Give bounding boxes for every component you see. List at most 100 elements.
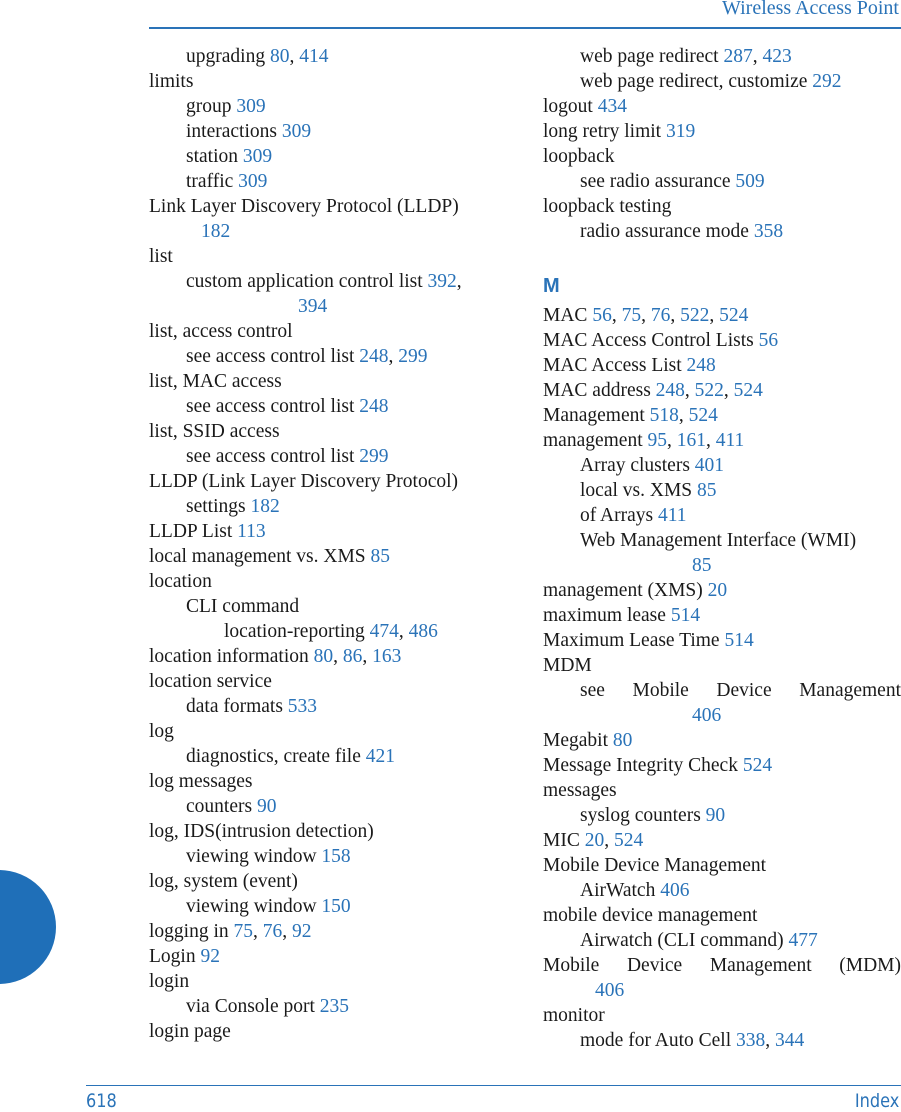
page-link[interactable]: 477 [788, 930, 817, 951]
entry-term: list, access control [149, 321, 293, 342]
index-entry: local management vs. XMS 85 [149, 544, 509, 569]
page-link[interactable]: 92 [292, 921, 312, 942]
index-subentry: radio assurance mode 358 [543, 219, 901, 244]
page-link[interactable]: 80 [314, 646, 334, 667]
page-link[interactable]: 248 [656, 380, 685, 401]
entry-term: Array clusters [580, 455, 690, 476]
page-link[interactable]: 411 [716, 430, 745, 451]
page-link[interactable]: 421 [366, 746, 395, 767]
page-link[interactable]: 522 [695, 380, 724, 401]
index-entry: MAC 56, 75, 76, 522, 524 [543, 303, 901, 328]
page-link[interactable]: 394 [298, 296, 327, 317]
entry-term: Web Management Interface (WMI) [580, 530, 857, 551]
index-column-right: web page redirect 287, 423 web page redir… [543, 44, 901, 1053]
page-link[interactable]: 90 [257, 796, 277, 817]
page-separator: , [709, 305, 720, 326]
page-link[interactable]: 182 [250, 496, 279, 517]
page-link[interactable]: 85 [371, 546, 391, 567]
page-link[interactable]: 406 [692, 705, 721, 726]
entry-term: viewing window [186, 846, 317, 867]
page-link[interactable]: 161 [677, 430, 706, 451]
page-link[interactable]: 86 [343, 646, 363, 667]
page-link[interactable]: 163 [372, 646, 401, 667]
page-link[interactable]: 338 [736, 1030, 765, 1051]
page-link[interactable]: 392 [428, 271, 457, 292]
page-link[interactable]: 248 [359, 346, 388, 367]
page-link[interactable]: 287 [723, 46, 752, 67]
index-entry: list, SSID access [149, 419, 509, 444]
index-entry: logging in 75, 76, 92 [149, 919, 509, 944]
page-link[interactable]: 524 [734, 380, 763, 401]
page-link[interactable]: 522 [680, 305, 709, 326]
page-link[interactable]: 80 [613, 730, 633, 751]
page-link[interactable]: 292 [812, 71, 841, 92]
page-link[interactable]: 401 [695, 455, 724, 476]
index-entry: management (XMS) 20 [543, 578, 901, 603]
page-link[interactable]: 423 [762, 46, 791, 67]
page-link[interactable]: 319 [666, 121, 695, 142]
page-link[interactable]: 406 [595, 980, 624, 1001]
entry-term: LLDP (Link Layer Discovery Protocol) [149, 471, 459, 492]
page-link[interactable]: 299 [398, 346, 427, 367]
entry-term: MAC Access Control Lists [543, 330, 754, 351]
page-link[interactable]: 518 [650, 405, 679, 426]
page-link[interactable]: 486 [409, 621, 438, 642]
page-link[interactable]: 20 [585, 830, 605, 851]
index-subentry: viewing window 158 [149, 844, 509, 869]
page-link[interactable]: 524 [719, 305, 748, 326]
page-link[interactable]: 75 [234, 921, 254, 942]
page-link[interactable]: 309 [282, 121, 311, 142]
page-link[interactable]: 56 [592, 305, 612, 326]
page-link[interactable]: 358 [754, 221, 783, 242]
page-link[interactable]: 524 [743, 755, 772, 776]
index-entry: MDM [543, 653, 901, 678]
page-link[interactable]: 92 [200, 946, 220, 967]
page-link[interactable]: 95 [648, 430, 668, 451]
page-link[interactable]: 414 [299, 46, 328, 67]
page-link[interactable]: 248 [359, 396, 388, 417]
page-link[interactable]: 524 [689, 405, 718, 426]
page-link[interactable]: 524 [614, 830, 643, 851]
page-link[interactable]: 533 [288, 696, 317, 717]
page-link[interactable]: 514 [724, 630, 753, 651]
page-link[interactable]: 20 [708, 580, 728, 601]
page-link[interactable]: 434 [598, 96, 627, 117]
entry-term: diagnostics, create file [186, 746, 361, 767]
page-link[interactable]: 56 [759, 330, 779, 351]
page-link[interactable]: 248 [687, 355, 716, 376]
page-link[interactable]: 344 [775, 1030, 804, 1051]
page-separator: , [678, 405, 689, 426]
page-link[interactable]: 411 [658, 505, 687, 526]
page-link[interactable]: 299 [359, 446, 388, 467]
page-link[interactable]: 309 [238, 171, 267, 192]
page-link[interactable]: 406 [660, 880, 689, 901]
page-link[interactable]: 90 [706, 805, 726, 826]
entry-term: syslog counters [580, 805, 701, 826]
page-link[interactable]: 509 [735, 171, 764, 192]
page-link[interactable]: 76 [651, 305, 671, 326]
index-entry: LLDP (Link Layer Discovery Protocol) [149, 469, 509, 494]
entry-line: see Mobile Device Management [580, 678, 901, 703]
index-subentry: see access control list 248, 299 [149, 344, 509, 369]
page-link[interactable]: 182 [201, 221, 230, 242]
page-link[interactable]: 113 [237, 521, 266, 542]
page-link[interactable]: 514 [671, 605, 700, 626]
page-link[interactable]: 75 [622, 305, 642, 326]
index-entry: Megabit 80 [543, 728, 901, 753]
page-link[interactable]: 76 [263, 921, 283, 942]
page-link[interactable]: 309 [236, 96, 265, 117]
page-link[interactable]: 158 [321, 846, 350, 867]
page-link[interactable]: 309 [243, 146, 272, 167]
page-link[interactable]: 85 [697, 480, 717, 501]
entry-term: location [149, 571, 212, 592]
page-link[interactable]: 235 [320, 996, 349, 1017]
entry-term: see access control list [186, 396, 355, 417]
page-link[interactable]: 80 [270, 46, 290, 67]
page-link[interactable]: 150 [321, 896, 350, 917]
page-link[interactable]: 474 [370, 621, 399, 642]
entry-term: MAC [543, 305, 588, 326]
page-link[interactable]: 85 [692, 555, 712, 576]
entry-term: limits [149, 71, 194, 92]
index-entry: management 95, 161, 411 [543, 428, 901, 453]
index-subentry: viewing window 150 [149, 894, 509, 919]
